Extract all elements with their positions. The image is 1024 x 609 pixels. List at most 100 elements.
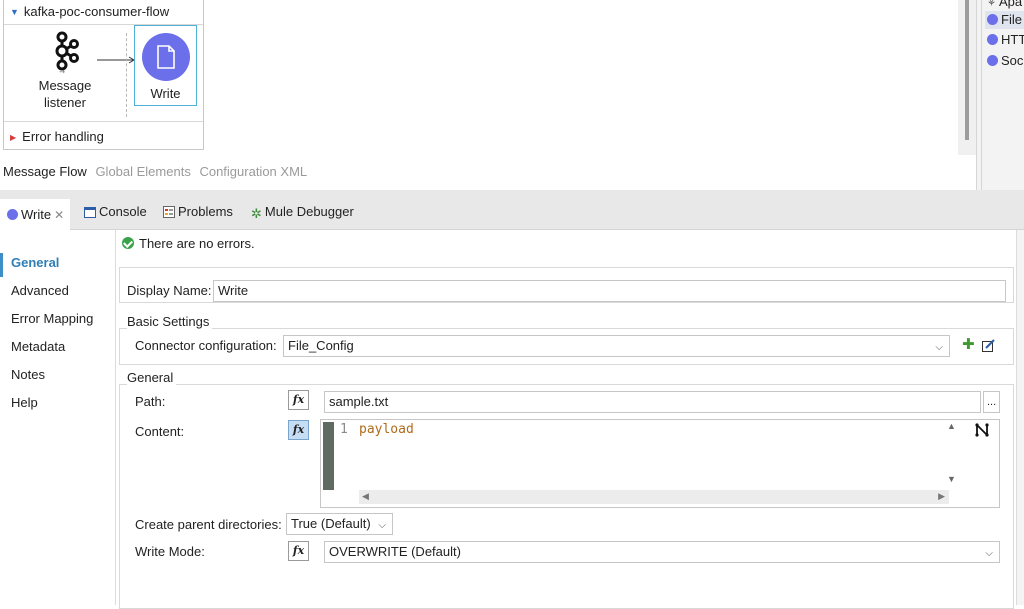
display-name-label: Display Name: [127,283,212,298]
palette-item-label: File [1001,12,1022,27]
tab-problems[interactable]: Problems [163,201,233,223]
path-input[interactable]: sample.txt [324,391,981,413]
tab-message-flow[interactable]: Message Flow [3,164,87,179]
problems-icon [163,206,175,218]
create-parent-dirs-value: True (Default) [291,516,371,531]
write-mode-label: Write Mode: [135,544,205,559]
tab-mule-debugger[interactable]: ✲ Mule Debugger [251,201,354,223]
connector-config-select[interactable]: File_Config ⌵ [283,335,950,357]
display-name-input[interactable]: Write [213,280,1006,302]
palette-item-http[interactable]: HTT [987,31,1024,49]
canvas-scrollbar-thumb[interactable] [965,0,969,140]
properties-scrollbar[interactable] [1016,230,1024,605]
kafka-icon: → [55,31,79,75]
file-icon [156,45,175,69]
tab-write[interactable]: Write ✕ [0,199,70,230]
scroll-up-icon[interactable]: ▲ [947,421,956,431]
properties-panel: General Advanced Error Mapping Metadata … [0,230,1024,609]
display-name-group: Display Name: Write [119,267,1014,303]
nav-active-indicator [0,253,3,277]
fx-toggle-content[interactable]: fx [288,420,309,440]
basic-settings-title: Basic Settings [127,314,213,330]
scroll-right-icon[interactable]: ▶ [938,491,945,502]
create-parent-dirs-label: Create parent directories: [135,517,282,532]
properties-sidenav: General Advanced Error Mapping Metadata … [0,230,116,605]
nav-help[interactable]: Help [11,393,38,413]
console-icon [84,207,96,218]
feather-icon: ⚘ [987,0,996,9]
fx-toggle-write-mode[interactable]: fx [288,541,309,561]
write-node-label: Write [150,86,181,101]
editor-horizontal-scrollbar[interactable]: ◀ ▶ [359,490,949,504]
nav-advanced[interactable]: Advanced [11,281,69,301]
scroll-down-icon[interactable]: ▼ [947,474,956,484]
code-text[interactable]: payload [359,422,414,438]
mule-palette: ⚘Apa File HTT Sock [976,0,1024,190]
content-label: Content: [135,424,185,439]
chevron-down-icon[interactable]: ⌵ [935,338,943,358]
palette-item-apache[interactable]: ⚘ Apa [987,0,1022,11]
browse-button[interactable]: ... [983,391,1000,413]
expand-triangle-icon[interactable]: ▶ [10,133,16,142]
tab-console[interactable]: Console [84,201,147,223]
status-message: There are no errors. [122,236,255,252]
palette-item-label: Apa [998,0,1023,9]
flow-body: → Message listener Write [4,24,203,122]
chevron-down-icon[interactable]: ⌵ [985,544,993,564]
connector-config-label: Connector configuration: [135,338,277,353]
nav-metadata[interactable]: Metadata [11,337,65,357]
canvas-scrollbar[interactable] [958,0,976,155]
palette-divider [981,0,982,190]
editor-gutter [323,422,334,490]
collapse-triangle-icon[interactable]: ▼ [10,7,19,17]
listener-label-line2: listener [44,95,86,110]
status-text: There are no errors. [139,236,255,251]
palette-item-file[interactable]: File [985,11,1024,29]
connector-config-value: File_Config [288,338,354,353]
flow-container[interactable]: ▼ kafka-poc-consumer-flow → Message list… [3,0,204,150]
tab-problems-label: Problems [178,204,233,219]
write-node[interactable]: Write [134,25,197,106]
close-icon[interactable]: ✕ [54,208,64,222]
bug-icon: ✲ [251,206,262,221]
check-icon [122,237,134,249]
edit-icon[interactable] [982,339,995,352]
create-parent-dirs-select[interactable]: True (Default) ⌵ [286,513,393,535]
flow-canvas[interactable]: ▼ kafka-poc-consumer-flow → Message list… [0,0,976,190]
tab-global-elements[interactable]: Global Elements [95,164,190,179]
palette-item-label: Sock [1001,53,1024,68]
tab-configuration-xml[interactable]: Configuration XML [199,164,307,179]
flow-arrow [97,56,135,64]
dataweave-icon[interactable] [975,423,989,437]
flow-header[interactable]: ▼ kafka-poc-consumer-flow [4,2,169,22]
palette-item-sockets[interactable]: Sock [987,52,1024,70]
path-label: Path: [135,394,166,409]
nav-notes[interactable]: Notes [11,365,45,385]
nav-error-mapping[interactable]: Error Mapping [11,309,93,329]
fx-toggle-path[interactable]: fx [288,390,309,410]
error-handling-row[interactable]: ▶ Error handling [4,127,104,147]
listener-label-line1: Message [38,78,92,93]
message-listener-node[interactable]: → Message listener [23,29,107,121]
write-mode-select[interactable]: OVERWRITE (Default) ⌵ [324,541,1000,563]
listener-label: Message listener [23,77,107,111]
error-handling-label: Error handling [22,129,104,144]
tab-console-label: Console [99,204,147,219]
add-icon[interactable]: ✚ [962,337,975,352]
palette-item-label: HTT [1001,32,1024,47]
chevron-down-icon[interactable]: ⌵ [378,516,386,536]
content-expression-editor[interactable]: 1 payload ▲ ▼ ◀ ▶ [320,419,1000,508]
sockets-module-icon [987,55,998,66]
scroll-left-icon[interactable]: ◀ [362,491,369,502]
flow-title: kafka-poc-consumer-flow [23,4,170,19]
file-module-icon [987,14,998,25]
source-process-divider [126,33,127,117]
line-number: 1 [340,422,348,437]
write-mode-value: OVERWRITE (Default) [329,544,461,559]
general-section-title: General [127,370,177,386]
editor-vertical-scrollbar[interactable]: ▲ ▼ [945,420,959,490]
nav-general[interactable]: General [11,253,59,273]
http-module-icon [987,34,998,45]
write-tab-icon [7,209,18,220]
write-node-icon-circle [141,33,190,81]
